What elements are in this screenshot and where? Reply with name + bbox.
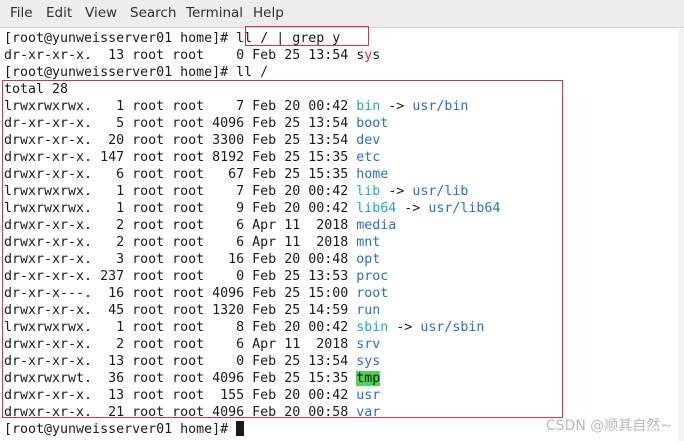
listing-highlight-box [2, 80, 563, 418]
menu-help[interactable]: Help [253, 5, 284, 22]
text-cursor [236, 421, 245, 436]
terminal-text: dr-xr-xr-x. 13 root root 0 Feb 25 13:54 [4, 48, 357, 63]
menu-search[interactable]: Search [130, 5, 176, 22]
terminal-scrollbar[interactable] [678, 29, 684, 441]
terminal-text: [root@yunweisserver01 home]# [4, 31, 237, 46]
menu-bar: File Edit View Search Terminal Help [0, 0, 684, 28]
watermark: CSDN @顺其自然~ [545, 418, 672, 434]
terminal-line: [root@yunweisserver01 home]# ll / [4, 64, 268, 81]
menu-terminal[interactable]: Terminal [186, 5, 243, 22]
menu-edit[interactable]: Edit [46, 5, 72, 22]
terminal-text: [root@yunweisserver01 home]# ll / [4, 65, 269, 80]
menu-view[interactable]: View [85, 5, 117, 22]
grep-command-highlight-box [245, 26, 369, 46]
terminal-line: dr-xr-xr-x. 13 root root 0 Feb 25 13:54 … [4, 47, 380, 64]
terminal-text: s [372, 48, 381, 63]
menu-file[interactable]: File [10, 5, 33, 22]
terminal-text: [root@yunweisserver01 home]# [4, 422, 237, 437]
terminal-line: [root@yunweisserver01 home]# [4, 421, 245, 438]
